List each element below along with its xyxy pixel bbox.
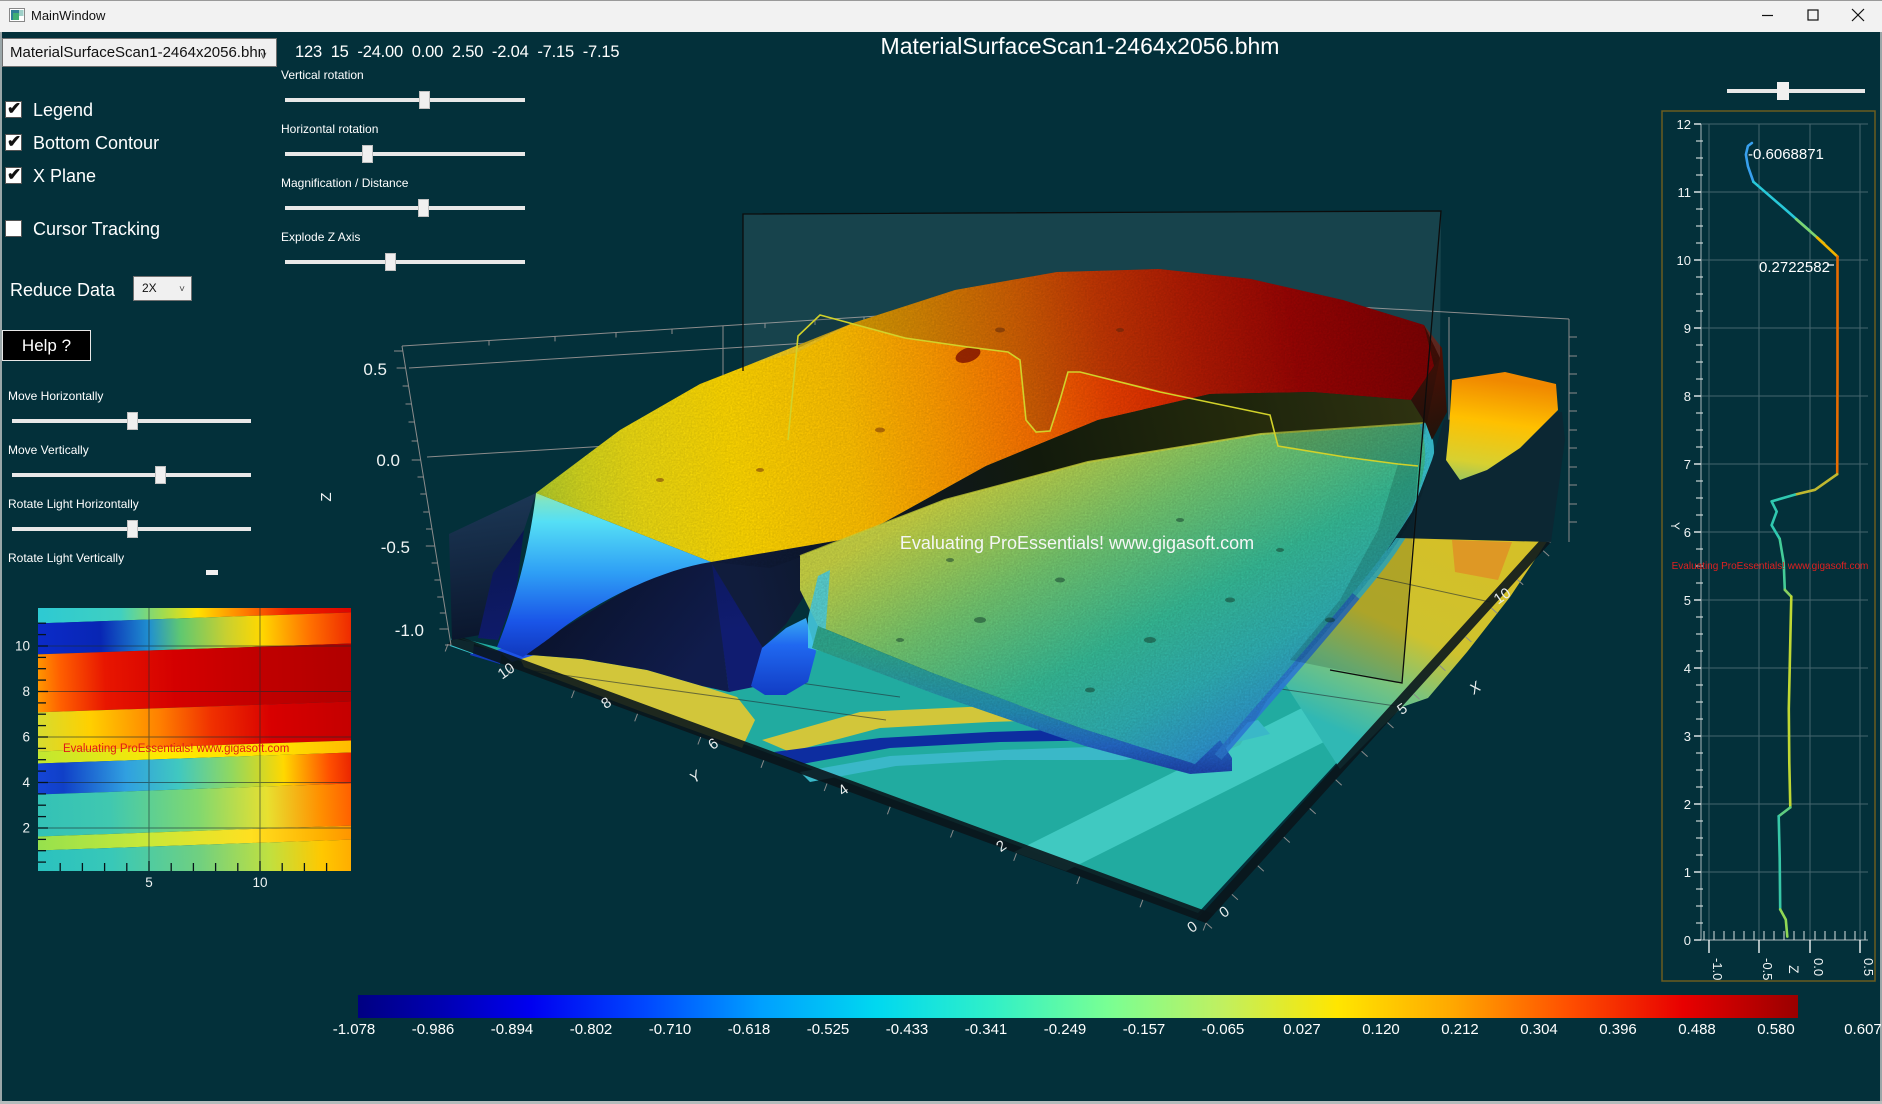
svg-text:5: 5 [1684,593,1691,608]
svg-text:0.304: 0.304 [1520,1021,1558,1038]
svg-text:0.120: 0.120 [1362,1021,1400,1038]
svg-text:0.396: 0.396 [1599,1021,1637,1038]
svg-text:Y: Y [686,767,705,787]
svg-text:-0.6068871: -0.6068871 [1748,146,1824,163]
svg-text:0.580: 0.580 [1757,1021,1795,1038]
svg-text:-0.341: -0.341 [965,1021,1008,1038]
svg-text:-0.618: -0.618 [728,1021,771,1038]
svg-text:-0.525: -0.525 [807,1021,850,1038]
svg-text:-1.0: -1.0 [395,621,424,640]
svg-text:8: 8 [1684,389,1691,404]
svg-text:12: 12 [1677,117,1691,132]
svg-text:0: 0 [1684,933,1691,948]
svg-text:0.2722582: 0.2722582 [1759,259,1830,276]
svg-text:0.5: 0.5 [363,360,387,379]
svg-text:0: 0 [1184,918,1201,937]
svg-text:-1.078: -1.078 [333,1021,376,1038]
svg-text:-0.5: -0.5 [381,538,410,557]
svg-text:0: 0 [1216,903,1233,922]
svg-text:-0.5: -0.5 [1760,958,1775,980]
svg-text:-0.249: -0.249 [1044,1021,1087,1038]
svg-text:-0.065: -0.065 [1202,1021,1245,1038]
svg-text:Z: Z [318,492,335,501]
svg-text:10: 10 [1677,253,1691,268]
svg-text:11: 11 [1678,185,1692,200]
svg-text:0.5: 0.5 [1861,958,1876,976]
svg-text:0.0: 0.0 [1811,958,1826,976]
svg-text:-0.157: -0.157 [1123,1021,1166,1038]
svg-text:Evaluating ProEssentials! www.: Evaluating ProEssentials! www.gigasoft.c… [1672,561,1869,572]
svg-text:0.212: 0.212 [1441,1021,1479,1038]
svg-text:Z: Z [1786,965,1802,974]
svg-text:-0.710: -0.710 [649,1021,692,1038]
svg-text:0.0: 0.0 [376,451,400,470]
svg-text:4: 4 [1684,661,1691,676]
svg-text:6: 6 [1684,525,1691,540]
svg-text:Evaluating ProEssentials! www.: Evaluating ProEssentials! www.gigasoft.c… [900,533,1254,553]
svg-text:3: 3 [1684,729,1691,744]
svg-text:-1.0: -1.0 [1710,958,1725,980]
svg-text:Y: Y [1668,522,1682,530]
svg-text:2: 2 [1684,797,1691,812]
svg-text:1: 1 [1684,865,1691,880]
svg-text:0.607: 0.607 [1844,1021,1882,1038]
svg-text:X: X [1466,678,1486,699]
svg-text:-0.433: -0.433 [886,1021,929,1038]
svg-text:0.027: 0.027 [1283,1021,1321,1038]
svg-text:-0.894: -0.894 [491,1021,534,1038]
svg-text:-0.986: -0.986 [412,1021,455,1038]
svg-text:-0.802: -0.802 [570,1021,613,1038]
svg-text:7: 7 [1684,457,1691,472]
svg-text:9: 9 [1684,321,1691,336]
svg-text:0.488: 0.488 [1678,1021,1716,1038]
